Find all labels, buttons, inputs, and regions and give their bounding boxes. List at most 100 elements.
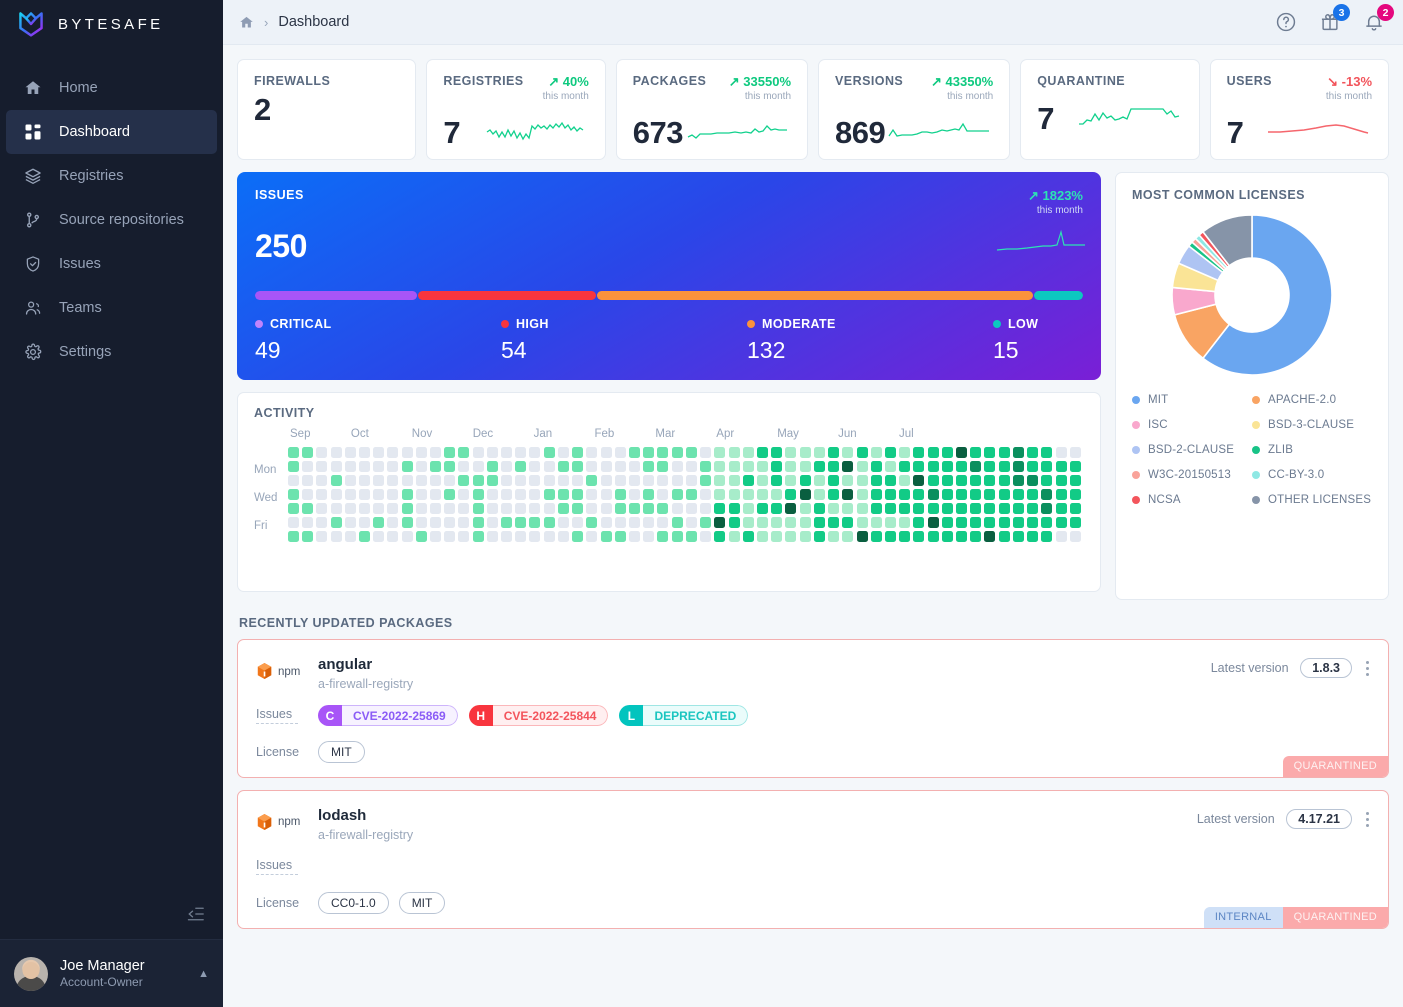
heatmap-cell[interactable] [899, 447, 911, 458]
heatmap-cell[interactable] [785, 475, 797, 486]
heatmap-cell[interactable] [1069, 531, 1081, 542]
heatmap-cell[interactable] [614, 461, 626, 472]
heatmap-cell[interactable] [486, 489, 498, 500]
heatmap-cell[interactable] [415, 489, 427, 500]
heatmap-cell[interactable] [543, 517, 555, 528]
heatmap-cell[interactable] [415, 447, 427, 458]
heatmap-cell[interactable] [515, 447, 527, 458]
heatmap-cell[interactable] [458, 503, 470, 514]
heatmap-cell[interactable] [486, 503, 498, 514]
heatmap-cell[interactable] [870, 447, 882, 458]
user-account-box[interactable]: Joe Manager Account-Owner ▲ [0, 939, 223, 1007]
heatmap-cell[interactable] [899, 517, 911, 528]
legend-item-mit[interactable]: MIT [1132, 394, 1252, 406]
heatmap-cell[interactable] [785, 531, 797, 542]
heatmap-cell[interactable] [529, 517, 541, 528]
heatmap-cell[interactable] [430, 447, 442, 458]
legend-item-cc-by-3.0[interactable]: CC-BY-3.0 [1252, 469, 1372, 481]
heatmap-cell[interactable] [970, 503, 982, 514]
heatmap-cell[interactable] [572, 475, 584, 486]
heatmap-cell[interactable] [700, 475, 712, 486]
heatmap-cell[interactable] [359, 447, 371, 458]
heatmap-cell[interactable] [856, 517, 868, 528]
heatmap-cell[interactable] [870, 531, 882, 542]
heatmap-cell[interactable] [913, 475, 925, 486]
heatmap-cell[interactable] [600, 503, 612, 514]
heatmap-cell[interactable] [302, 475, 314, 486]
heatmap-cell[interactable] [799, 517, 811, 528]
heatmap-cell[interactable] [828, 489, 840, 500]
heatmap-cell[interactable] [970, 517, 982, 528]
heatmap-cell[interactable] [629, 447, 640, 458]
heatmap-cell[interactable] [316, 517, 328, 528]
heatmap-cell[interactable] [486, 517, 498, 528]
legend-item-zlib[interactable]: ZLIB [1252, 444, 1372, 456]
heatmap-cell[interactable] [884, 475, 896, 486]
heatmap-cell[interactable] [600, 447, 612, 458]
heatmap-cell[interactable] [557, 461, 569, 472]
home-icon[interactable] [239, 15, 254, 30]
heatmap-cell[interactable] [430, 489, 442, 500]
heatmap-cell[interactable] [501, 489, 513, 500]
heatmap-cell[interactable] [657, 517, 669, 528]
heatmap-cell[interactable] [913, 503, 925, 514]
heatmap-cell[interactable] [927, 461, 939, 472]
heatmap-cell[interactable] [444, 475, 456, 486]
heatmap-cell[interactable] [671, 461, 683, 472]
heatmap-cell[interactable] [671, 489, 683, 500]
heatmap-cell[interactable] [501, 475, 513, 486]
heatmap-cell[interactable] [401, 447, 413, 458]
heatmap-cell[interactable] [685, 461, 697, 472]
heatmap-cell[interactable] [671, 447, 683, 458]
heatmap-cell[interactable] [970, 461, 982, 472]
heatmap-cell[interactable] [458, 531, 470, 542]
heatmap-cell[interactable] [657, 447, 669, 458]
heatmap-cell[interactable] [813, 475, 825, 486]
heatmap-cell[interactable] [700, 517, 712, 528]
heatmap-cell[interactable] [998, 503, 1010, 514]
heatmap-cell[interactable] [415, 461, 427, 472]
heatmap-cell[interactable] [330, 489, 342, 500]
heatmap-cell[interactable] [998, 447, 1010, 458]
heatmap-cell[interactable] [501, 461, 513, 472]
heatmap-cell[interactable] [657, 461, 669, 472]
heatmap-cell[interactable] [714, 489, 726, 500]
heatmap-cell[interactable] [742, 517, 754, 528]
heatmap-cell[interactable] [557, 489, 569, 500]
sidebar-item-issues[interactable]: Issues [6, 242, 217, 286]
heatmap-cell[interactable] [970, 447, 982, 458]
heatmap-cell[interactable] [330, 531, 342, 542]
heatmap-cell[interactable] [671, 517, 683, 528]
heatmap-cell[interactable] [557, 503, 569, 514]
heatmap-cell[interactable] [387, 489, 399, 500]
heatmap-cell[interactable] [515, 503, 527, 514]
heatmap-cell[interactable] [415, 475, 427, 486]
heatmap-cell[interactable] [359, 461, 371, 472]
heatmap-cell[interactable] [401, 475, 413, 486]
heatmap-cell[interactable] [344, 475, 356, 486]
heatmap-cell[interactable] [330, 461, 342, 472]
heatmap-cell[interactable] [430, 503, 442, 514]
collapse-sidebar-icon[interactable] [185, 905, 205, 923]
heatmap-cell[interactable] [842, 447, 854, 458]
heatmap-cell[interactable] [899, 489, 911, 500]
heatmap-cell[interactable] [714, 475, 726, 486]
heatmap-cell[interactable] [501, 517, 513, 528]
sidebar-item-source-repositories[interactable]: Source repositories [6, 198, 217, 242]
heatmap-cell[interactable] [742, 489, 754, 500]
heatmap-cell[interactable] [344, 447, 356, 458]
heatmap-cell[interactable] [671, 503, 683, 514]
heatmap-cell[interactable] [927, 475, 939, 486]
heatmap-cell[interactable] [529, 489, 541, 500]
heatmap-cell[interactable] [586, 503, 598, 514]
package-card-lodash[interactable]: npm lodash a-firewall-registry Latest ve… [237, 789, 1389, 929]
heatmap-cell[interactable] [458, 517, 470, 528]
heatmap-cell[interactable] [643, 531, 655, 542]
license-pill[interactable]: MIT [398, 891, 446, 914]
heatmap-cell[interactable] [288, 489, 299, 500]
heatmap-cell[interactable] [1012, 447, 1024, 458]
heatmap-cell[interactable] [799, 461, 811, 472]
heatmap-cell[interactable] [941, 503, 953, 514]
heatmap-cell[interactable] [572, 517, 584, 528]
heatmap-cell[interactable] [472, 503, 484, 514]
